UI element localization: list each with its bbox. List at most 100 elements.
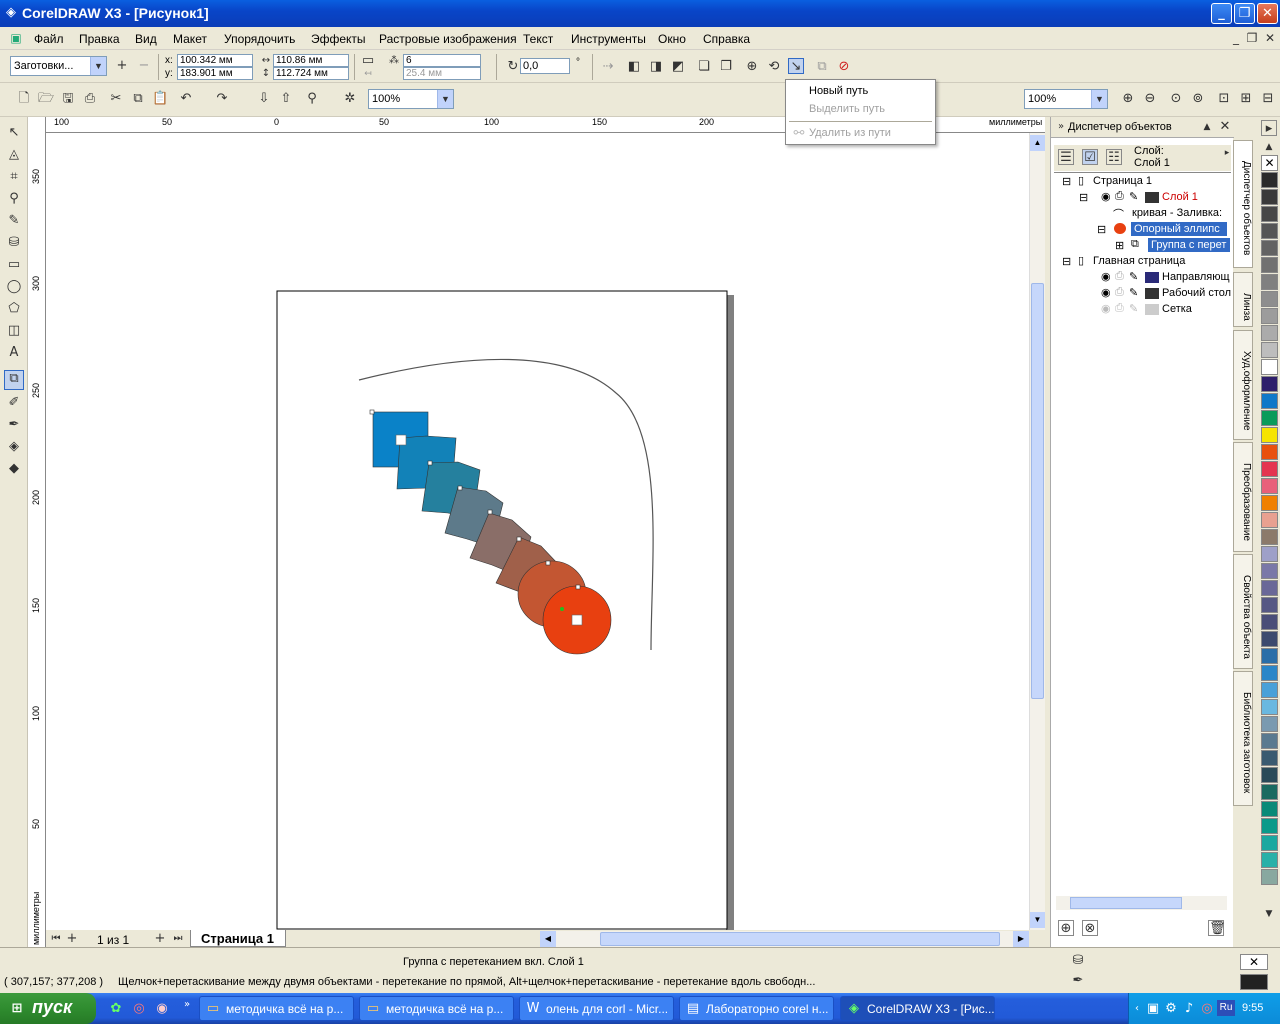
path-properties-icon[interactable]: ⟲ (766, 59, 782, 75)
close-button[interactable]: ✕ (1257, 3, 1278, 24)
undo-icon[interactable]: ↶ (178, 91, 194, 107)
zoom-width-icon[interactable]: ⊞ (1238, 91, 1254, 107)
color-swatch[interactable] (1261, 410, 1278, 426)
menu-help[interactable]: Справка (703, 32, 750, 46)
color-swatch[interactable] (1261, 852, 1278, 868)
taskbar-item[interactable]: ▭ методичка всё на р... (359, 996, 514, 1021)
import-icon[interactable]: ⇩ (256, 91, 272, 107)
tray-icon[interactable]: ▣ (1145, 1001, 1161, 1017)
tray-icon[interactable]: ⚙ (1163, 1001, 1179, 1017)
pencil-icon[interactable]: ✎ (1129, 302, 1138, 315)
color-swatch[interactable] (1261, 546, 1278, 562)
new-layer-icon[interactable]: ⊕ (1058, 920, 1074, 936)
cut-icon[interactable]: ✂ (108, 91, 124, 107)
height-field[interactable]: 112.724 мм (273, 67, 349, 80)
menu-layout[interactable]: Макет (173, 32, 207, 46)
start-button[interactable]: ⊞ пуск (0, 993, 96, 1024)
blend-spacing-icon[interactable]: ↤ (360, 66, 376, 82)
tree-expander[interactable]: ⊟ (1062, 255, 1071, 268)
color-swatch[interactable] (1261, 274, 1278, 290)
add-page-before-icon[interactable]: + (64, 931, 80, 947)
pencil-icon[interactable]: ✎ (1129, 270, 1138, 283)
zoom-tool-icon[interactable]: ⚲ (6, 191, 22, 207)
first-page-icon[interactable]: ⏮ (48, 931, 64, 947)
color-swatch[interactable] (1261, 682, 1278, 698)
application-launcher-icon[interactable]: ⚲ (304, 91, 320, 107)
palette-scroll-up-icon[interactable]: ▲ (1261, 139, 1277, 155)
select-path-menu-item[interactable]: Выделить путь (809, 103, 885, 115)
zoom-out-icon[interactable]: ⊖ (1142, 91, 1158, 107)
tree-curve-node[interactable]: кривая - Заливка: (1132, 207, 1222, 219)
no-color-swatch[interactable]: ✕ (1261, 155, 1278, 171)
tray-icon[interactable]: ◎ (1199, 1001, 1215, 1017)
blend-angle-field[interactable]: 0,0 (520, 58, 570, 74)
color-swatch[interactable] (1261, 308, 1278, 324)
interactive-fill-icon[interactable]: ◆ (6, 461, 22, 477)
blend-spacing-field[interactable]: 25.4 мм (403, 67, 481, 80)
color-swatch[interactable] (1261, 580, 1278, 596)
page-tab[interactable]: Страница 1 (190, 930, 286, 947)
color-swatch[interactable] (1261, 257, 1278, 273)
color-swatch[interactable] (1261, 206, 1278, 222)
color-swatch[interactable] (1261, 699, 1278, 715)
color-swatch[interactable] (1261, 563, 1278, 579)
printer-icon[interactable]: ⎙ (1115, 190, 1124, 203)
pencil-icon[interactable]: ✎ (1129, 190, 1138, 203)
fill-tool-icon[interactable]: ◈ (6, 439, 22, 455)
color-swatch[interactable] (1261, 223, 1278, 239)
color-swatch[interactable] (1261, 733, 1278, 749)
color-swatch[interactable] (1261, 342, 1278, 358)
tree-page-node[interactable]: Страница 1 (1093, 175, 1152, 187)
menu-file[interactable]: Файл (34, 32, 64, 46)
object-acceleration-icon[interactable]: ❏ (696, 59, 712, 75)
color-swatch[interactable] (1261, 597, 1278, 613)
smart-fill-icon[interactable]: ⛁ (6, 235, 22, 251)
zoom-select-right[interactable]: 100% ▼ (1024, 89, 1108, 109)
eyedropper-tool-icon[interactable]: ✐ (6, 395, 22, 411)
color-swatch[interactable] (1261, 767, 1278, 783)
language-indicator[interactable]: Ru (1217, 1000, 1235, 1016)
tree-expander[interactable]: ⊞ (1115, 239, 1124, 252)
tab-lens[interactable]: Линза (1233, 272, 1253, 327)
eye-icon[interactable]: ◉ (1101, 286, 1111, 299)
menu-view[interactable]: Вид (135, 32, 157, 46)
tree-group-node[interactable]: Группа с перет (1148, 238, 1230, 252)
add-page-after-icon[interactable]: + (152, 931, 168, 947)
color-swatch[interactable] (1261, 189, 1278, 205)
color-swatch[interactable] (1261, 665, 1278, 681)
blend-steps-field[interactable]: 6 (403, 54, 481, 67)
tab-object-manager[interactable]: Диспетчер объектов (1233, 140, 1253, 268)
blend-tool-icon[interactable]: ⧉ (4, 370, 24, 390)
color-swatch[interactable] (1261, 869, 1278, 885)
quicklaunch-icon[interactable]: ◎ (131, 1001, 147, 1017)
tree-grid-node[interactable]: Сетка (1162, 303, 1192, 315)
text-tool-icon[interactable]: A (6, 345, 22, 361)
scroll-left-button[interactable]: ◀ (540, 931, 556, 947)
new-path-menu-item[interactable]: Новый путь (809, 85, 868, 97)
tree-layer-node[interactable]: Слой 1 (1162, 191, 1198, 203)
menu-bitmaps[interactable]: Растровые изображения (379, 32, 517, 46)
tab-transformation[interactable]: Преобразование (1233, 442, 1253, 552)
color-acceleration-icon[interactable]: ❐ (718, 59, 734, 75)
color-swatch[interactable] (1261, 444, 1278, 460)
printer-icon[interactable]: ⎙ (1115, 302, 1124, 315)
taskbar-item[interactable]: ▭ методичка всё на р... (199, 996, 354, 1021)
x-position-field[interactable]: 100.342 мм (177, 54, 253, 67)
start-end-icon[interactable]: ⊕ (744, 59, 760, 75)
zoom-in-icon[interactable]: ⊕ (1120, 91, 1136, 107)
eye-icon[interactable]: ◉ (1101, 302, 1111, 315)
export-icon[interactable]: ⇧ (278, 91, 294, 107)
menu-tools[interactable]: Инструменты (571, 32, 646, 46)
color-swatch[interactable] (1261, 801, 1278, 817)
basic-shapes-icon[interactable]: ◫ (6, 323, 22, 339)
maximize-button[interactable]: ❐ (1234, 3, 1255, 24)
color-swatch[interactable] (1261, 359, 1278, 375)
ellipse-tool-icon[interactable]: ◯ (6, 279, 22, 295)
color-swatch[interactable] (1261, 393, 1278, 409)
menu-text[interactable]: Текст (523, 32, 553, 46)
copy-blend-icon[interactable]: ⧉ (814, 59, 830, 75)
shape-tool-icon[interactable]: ◬ (6, 147, 22, 163)
color-swatch[interactable] (1261, 614, 1278, 630)
redo-icon[interactable]: ↷ (214, 91, 230, 107)
quicklaunch-icon[interactable]: ✿ (108, 1001, 124, 1017)
